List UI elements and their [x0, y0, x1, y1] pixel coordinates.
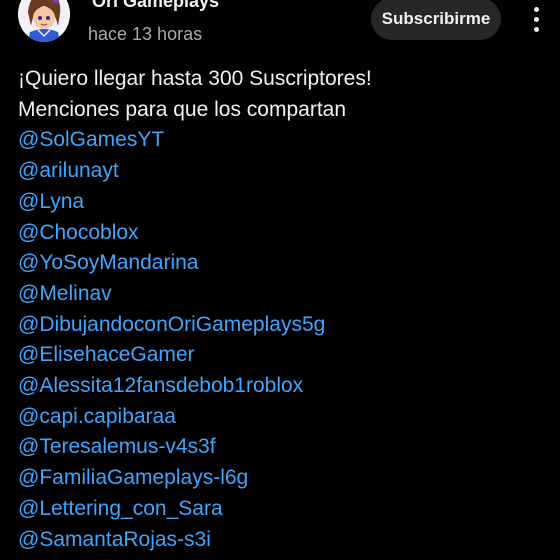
mention-link[interactable]: @Lyna: [18, 187, 548, 218]
mention-link[interactable]: @Melinav: [18, 279, 548, 310]
mention-link[interactable]: @DibujandoconOriGameplays5g: [18, 310, 548, 341]
mention-link[interactable]: @Teresalemus-v4s3f: [18, 432, 548, 463]
post-text-line: ¡Quiero llegar hasta 300 Suscriptores!: [18, 67, 372, 90]
mention-link[interactable]: @FamiliaGameplays-l6g: [18, 463, 548, 494]
mention-link[interactable]: @SolGamesYT: [18, 125, 548, 156]
mention-link[interactable]: @capi.capibaraa: [18, 402, 548, 433]
channel-avatar[interactable]: [18, 0, 70, 42]
post-timestamp: hace 13 horas: [88, 24, 203, 44]
mention-link[interactable]: @Alessita12fansdebob1roblox: [18, 371, 548, 402]
post-text-line: Menciones para que los compartan: [18, 97, 347, 121]
channel-name[interactable]: Ori Gameplays: [92, 0, 219, 12]
mention-link[interactable]: @SamantaRojas-s3i: [18, 525, 548, 556]
mention-link[interactable]: @ElisehaceGamer: [18, 340, 548, 371]
post-text: ¡Quiero llegar hasta 300 Suscriptores! M…: [18, 64, 548, 555]
more-vert-icon[interactable]: [526, 4, 546, 34]
post-header: Ori Gameplays hace 13 horas Subscribirme: [0, 0, 560, 56]
mention-link[interactable]: @arilunayt: [18, 156, 548, 187]
mention-list: @SolGamesYT @arilunayt @Lyna @Chocoblox @YoS…: [18, 125, 548, 555]
mention-link[interactable]: @Chocoblox: [18, 218, 548, 249]
subscribe-button[interactable]: Subscribirme: [371, 0, 501, 40]
avatar-image: [18, 0, 70, 42]
mention-link[interactable]: @YoSoyMandarina: [18, 248, 548, 279]
mention-link[interactable]: @Lettering_con_Sara: [18, 494, 548, 525]
